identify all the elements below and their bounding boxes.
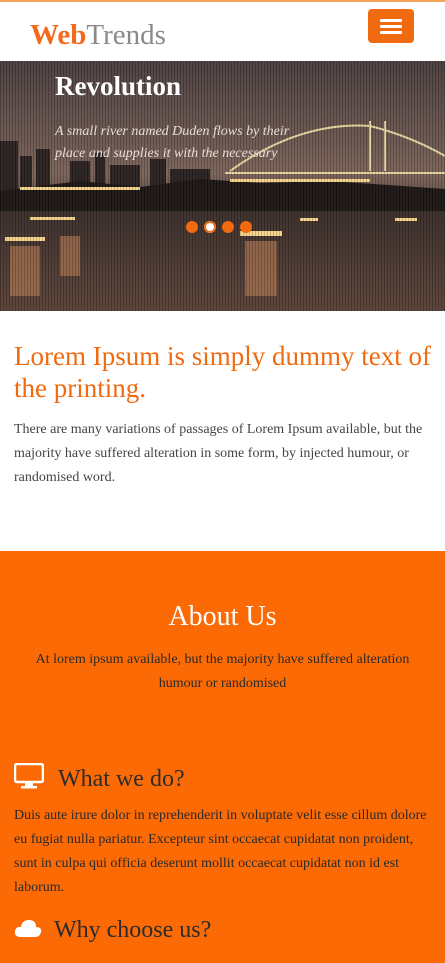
cloud-icon <box>14 918 42 943</box>
hamburger-icon-bar <box>380 25 402 28</box>
feature-why-choose-us: Why choose us? <box>14 915 434 945</box>
hamburger-icon-bar <box>380 31 402 34</box>
slider-dot-active[interactable] <box>204 221 216 233</box>
hamburger-icon <box>380 19 402 22</box>
slider-dot[interactable] <box>222 221 234 233</box>
intro-body: There are many variations of passages of… <box>14 422 423 485</box>
logo-part-web: Web <box>30 19 87 51</box>
feature-what-we-do: What we do? Duis aute irure dolor in rep… <box>13 762 434 900</box>
hero-title: Revolution <box>55 71 182 101</box>
feature-title: Why choose us? <box>54 917 212 943</box>
feature-body: Duis aute irure dolor in reprehenderit i… <box>14 808 427 895</box>
hero-slider: Revolution A small river named Duden flo… <box>0 61 445 311</box>
menu-toggle-button[interactable] <box>368 9 414 43</box>
about-title: About Us <box>168 601 277 632</box>
feature-title: What we do? <box>58 765 185 792</box>
about-section: About Us At lorem ipsum available, but t… <box>0 551 445 963</box>
hero-subtitle: A small river named Duden flows by their… <box>55 124 290 161</box>
intro-heading: Lorem Ipsum is simply dummy text of the … <box>14 341 431 403</box>
slider-dot[interactable] <box>186 221 198 233</box>
site-header: WebTrends <box>0 2 445 61</box>
intro-section: Lorem Ipsum is simply dummy text of the … <box>14 340 434 490</box>
monitor-icon <box>13 762 45 794</box>
about-lead: At lorem ipsum available, but the majori… <box>35 652 410 691</box>
site-logo[interactable]: WebTrends <box>30 17 166 53</box>
slider-dot[interactable] <box>240 221 252 233</box>
logo-part-trends: Trends <box>86 19 166 51</box>
slider-pagination <box>186 221 252 233</box>
